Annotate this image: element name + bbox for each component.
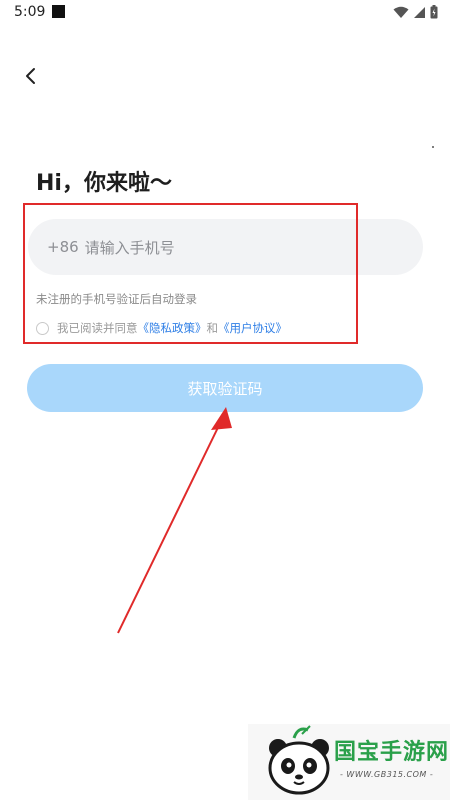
- page-title: Hi，你来啦～: [36, 171, 172, 196]
- status-bar: 5:09: [0, 0, 450, 26]
- signal-icon: [414, 6, 425, 18]
- watermark: 国宝手游网 - WWW.GB315.COM -: [248, 724, 450, 800]
- decorative-dot: [432, 146, 434, 148]
- battery-icon: [430, 5, 438, 19]
- annotation-highlight-box: [23, 203, 358, 344]
- chevron-left-icon: [26, 68, 35, 84]
- back-button[interactable]: [18, 64, 42, 88]
- panda-logo-icon: [268, 725, 330, 795]
- status-icons: [393, 5, 438, 19]
- status-time: 5:09: [14, 4, 46, 20]
- watermark-url: - WWW.GB315.COM -: [340, 770, 434, 779]
- notification-icon: [52, 5, 65, 18]
- watermark-title: 国宝手游网: [334, 740, 450, 765]
- wifi-icon: [393, 6, 409, 18]
- get-verification-code-button[interactable]: 获取验证码: [27, 364, 423, 412]
